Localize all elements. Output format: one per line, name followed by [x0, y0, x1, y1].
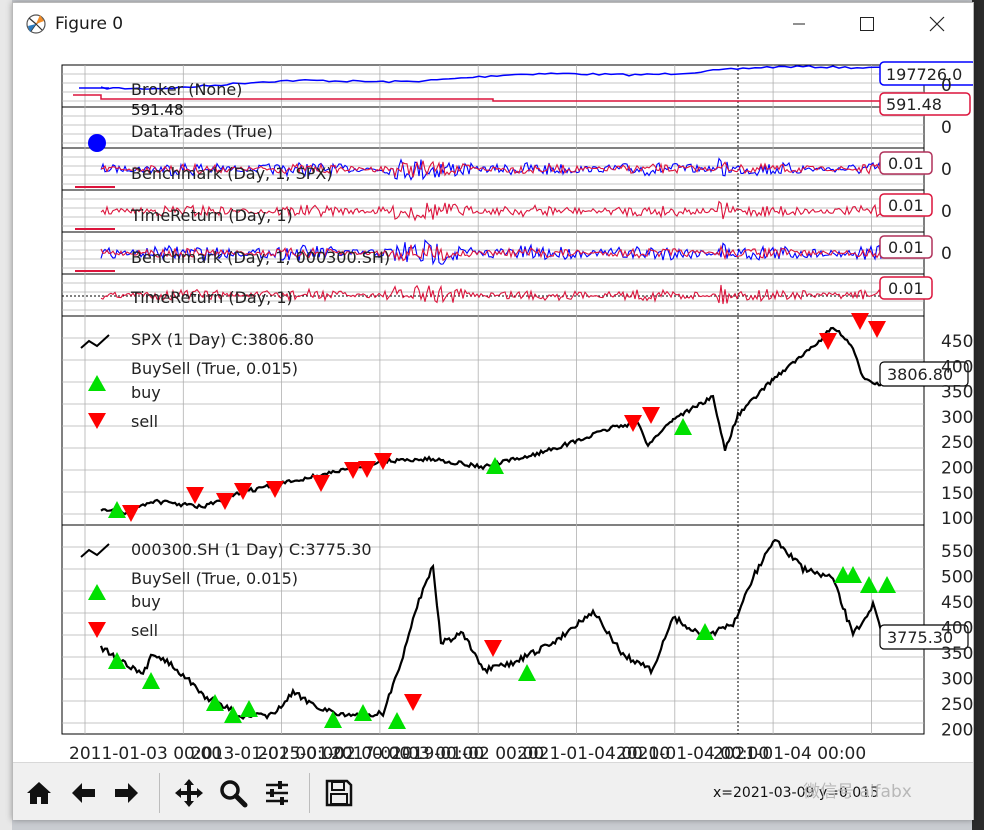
matplotlib-logo-icon	[26, 14, 46, 34]
timereturn-legend-2: TimeReturn (Day, 1)	[130, 288, 293, 307]
configure-subplots-icon	[266, 781, 288, 805]
toolbar-separator	[159, 773, 160, 813]
spx-ytick: 250	[941, 433, 973, 453]
figure-window: Figure 0 Broker (None) 591.48 DataTrades…	[12, 2, 974, 820]
timereturn-value-label-1: 0.01	[888, 196, 924, 215]
small-panel-ytick: 0	[941, 118, 952, 138]
datatrades-legend: DataTrades (True)	[131, 122, 273, 141]
backtrader-plot: Broker (None) 591.48 DataTrades (True) B…	[61, 61, 973, 762]
spx-ytick: 400	[941, 357, 973, 377]
hs300-legend-sell: sell	[131, 621, 158, 640]
spx-ytick: 350	[941, 383, 973, 403]
hs300-ytick: 500	[941, 568, 973, 588]
x-axis-ticks: 2011-01-03 00:002013-01-02 00:002015-01-…	[69, 744, 866, 762]
spx-legend-buysell: BuySell (True, 0.015)	[131, 359, 298, 378]
watermark: 微信号 aifabx	[803, 782, 912, 802]
back-button[interactable]	[65, 775, 101, 811]
figure-canvas[interactable]: Broker (None) 591.48 DataTrades (True) B…	[13, 45, 973, 762]
save-icon	[325, 779, 353, 807]
broker-legend: Broker (None)	[131, 80, 242, 99]
spx-legend-buy: buy	[131, 383, 161, 402]
configure-subplots-button[interactable]	[259, 775, 295, 811]
spx-legend-sell: sell	[131, 412, 158, 431]
hs300-ytick: 550	[941, 542, 973, 562]
spx-ytick: 450	[941, 332, 973, 352]
hs300-ytick: 300	[941, 670, 973, 690]
hs300-legend-buysell: BuySell (True, 0.015)	[131, 569, 298, 588]
broker-cash-label: 591.48	[886, 95, 942, 114]
minimize-icon	[793, 23, 805, 25]
small-panel-ytick: 0	[941, 244, 952, 264]
datatrades-legend-marker	[88, 134, 106, 152]
benchmark-spx-legend: Benchmark (Day, 1, SPX)	[131, 164, 333, 183]
window-title: Figure 0	[55, 14, 124, 34]
save-button[interactable]	[321, 775, 357, 811]
spx-ytick: 100	[941, 509, 973, 529]
small-panel-ytick: 0	[941, 76, 952, 96]
benchmark-hs300-value-label: 0.01	[888, 238, 924, 257]
close-icon	[929, 16, 945, 32]
forward-button[interactable]	[109, 775, 145, 811]
pan-button[interactable]	[171, 775, 207, 811]
hs300-legend-line: 000300.SH (1 Day) C:3775.30	[131, 540, 372, 559]
forward-arrow-icon	[115, 783, 138, 803]
timereturn-legend-1: TimeReturn (Day, 1)	[130, 206, 293, 225]
broker-cash-legend-overlap: 591.48	[131, 101, 184, 119]
hs300-ytick: 250	[941, 695, 973, 715]
spx-ytick: 300	[941, 408, 973, 428]
toolbar-separator	[309, 773, 310, 813]
title-bar: Figure 0	[13, 3, 973, 45]
home-icon	[27, 782, 51, 804]
pan-icon	[175, 779, 203, 807]
benchmark-hs300-legend: Benchmark (Day, 1, 000300.SH)	[131, 248, 390, 267]
small-panel-ytick: 0	[941, 160, 952, 180]
hs300-ytick: 450	[941, 593, 973, 613]
hs300-legend-buy: buy	[131, 592, 161, 611]
maximize-button[interactable]	[843, 7, 891, 41]
hs300-ytick: 200	[941, 721, 973, 741]
maximize-icon	[860, 17, 874, 31]
small-panel-ytick: 0	[941, 202, 952, 222]
spx-ytick: 200	[941, 459, 973, 479]
benchmark-spx-value-label: 0.01	[888, 154, 924, 173]
spx-ytick: 150	[941, 484, 973, 504]
hs300-ytick: 400	[941, 619, 973, 639]
home-button[interactable]	[21, 775, 57, 811]
close-button[interactable]	[913, 7, 961, 41]
spx-legend-line: SPX (1 Day) C:3806.80	[131, 330, 314, 349]
back-arrow-icon	[72, 783, 95, 803]
hs300-ytick: 350	[941, 644, 973, 664]
minimize-button[interactable]	[775, 7, 823, 41]
navigation-toolbar: x=2021-03-09 y=0.015 微信号 aifabx	[13, 762, 973, 820]
zoom-icon	[220, 780, 248, 808]
background-window-left-strip	[0, 0, 12, 830]
x-tick-label: 2021-01-04 00:00	[713, 744, 866, 762]
zoom-button[interactable]	[215, 775, 251, 811]
timereturn-value-label-2: 0.01	[888, 279, 924, 298]
